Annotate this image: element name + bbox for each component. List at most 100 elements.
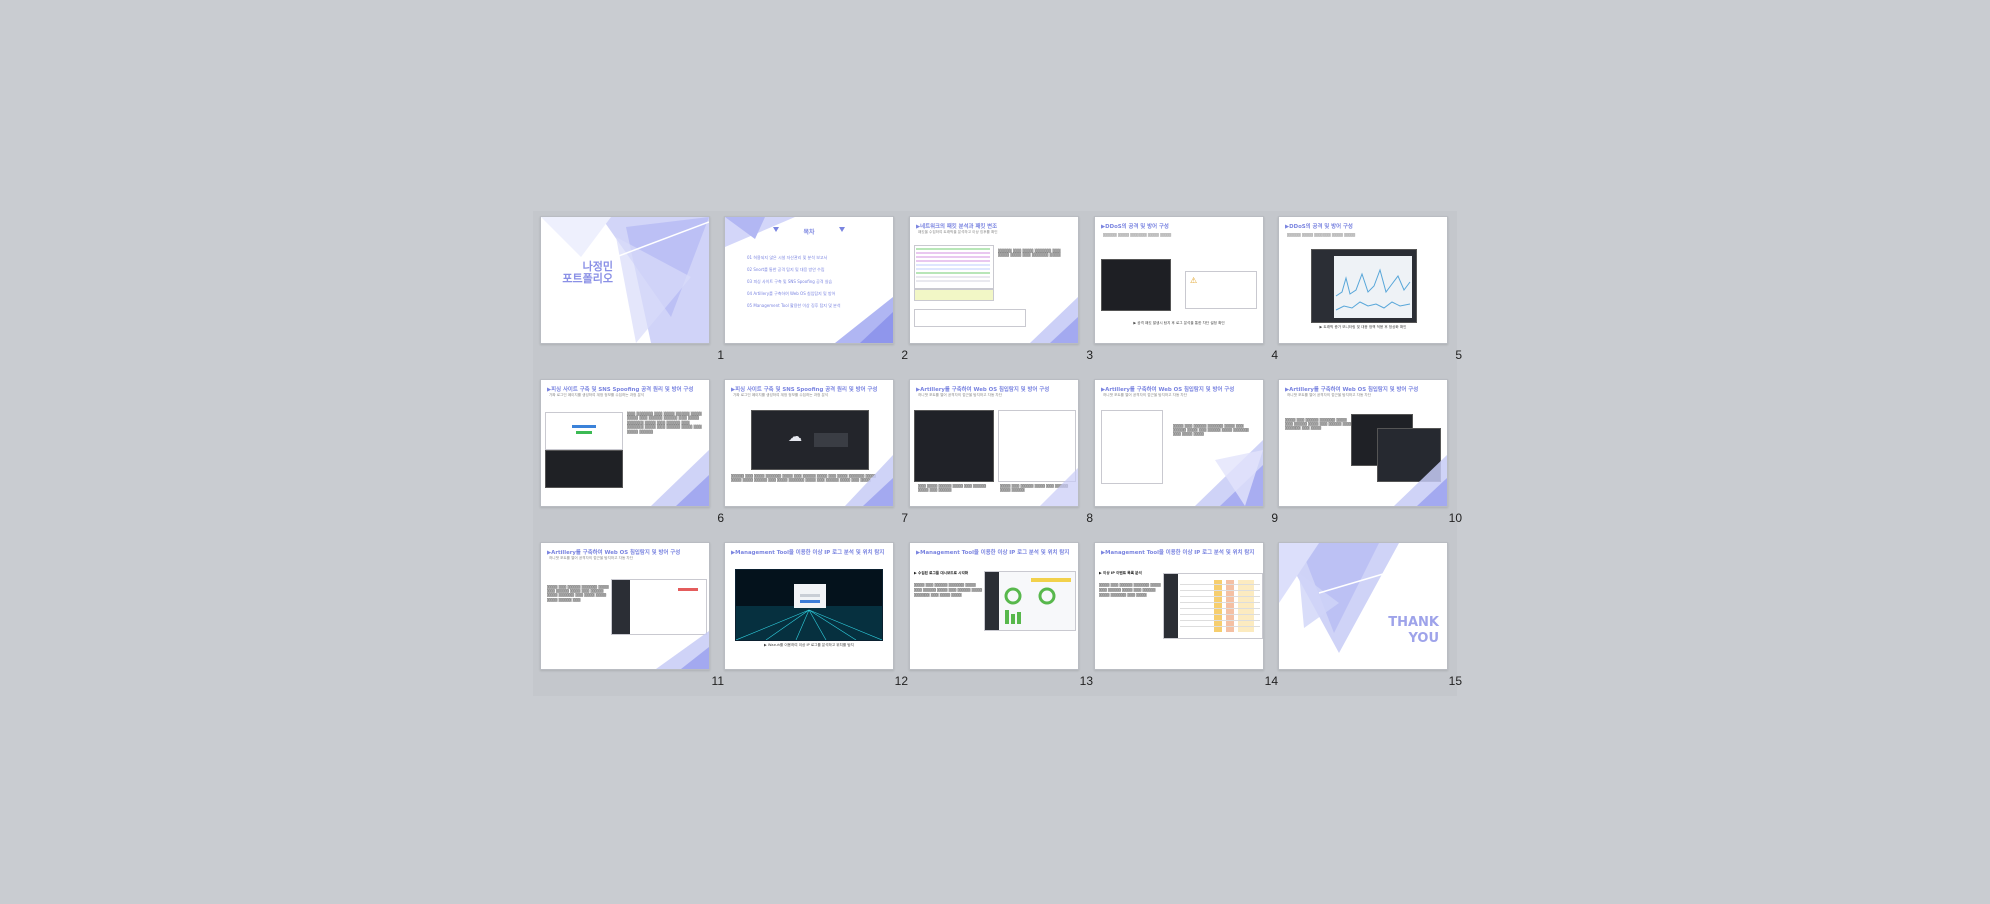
slide-10[interactable]: ▶Artillery를 구축하여 Web OS 침입탐지 및 방어 구성 허니팟…	[1278, 379, 1448, 507]
hex-dump-screenshot	[914, 309, 1026, 327]
slide-thumbnail-6[interactable]: ▶피싱 사이트 구축 및 SNS Spoofing 공격 원리 및 방어 구성 …	[540, 379, 724, 525]
event-table-screenshot	[1163, 573, 1263, 639]
slide-thumbnail-12[interactable]: ▶Management Tool을 이용한 이상 IP 로그 분석 및 위치 탐…	[724, 542, 908, 688]
slide-subtitle: 허니팟 포트를 열어 공격자의 접근을 탐지하고 자동 차단	[549, 556, 634, 560]
slide-number: 2	[901, 348, 908, 362]
slide-12[interactable]: ▶Management Tool을 이용한 이상 IP 로그 분석 및 위치 탐…	[724, 542, 894, 670]
slide-subtitle-lines: ▒▒▒▒▒ ▒▒▒▒ ▒▒▒▒▒▒ ▒▒▒▒ ▒▒▒▒	[1103, 233, 1172, 237]
slide-thumbnail-1[interactable]: 나정민 포트폴리오 1	[540, 216, 724, 362]
slide-1-title: 나정민 포트폴리오	[562, 260, 613, 285]
config-file-screenshot	[1101, 410, 1163, 484]
slide-thumbnail-8[interactable]: ▶Artillery를 구축하여 Web OS 침입탐지 및 방어 구성 허니팟…	[909, 379, 1093, 525]
slide-11[interactable]: ▶Artillery를 구축하여 Web OS 침입탐지 및 방어 구성 허니팟…	[540, 542, 710, 670]
slide-subtitle: 허니팟 포트를 열어 공격자의 접근을 탐지하고 자동 차단	[1287, 393, 1372, 397]
slide-number: 11	[711, 674, 724, 688]
slide-number: 5	[1455, 348, 1462, 362]
slide-thumbnail-10[interactable]: ▶Artillery를 구축하여 Web OS 침입탐지 및 방어 구성 허니팟…	[1278, 379, 1462, 525]
slide-number: 6	[717, 511, 724, 525]
slide-body-text: ▒▒▒▒ ▒▒▒ ▒▒▒▒▒ ▒▒▒▒▒▒ ▒▒▒▒ ▒▒▒ ▒▒▒▒▒ ▒▒▒…	[1099, 583, 1161, 597]
slide-thumbnail-7[interactable]: ▶피싱 사이트 구축 및 SNS Spoofing 공격 원리 및 방어 구성 …	[724, 379, 908, 525]
terminal-screenshot	[545, 450, 623, 488]
toc-item-2: 02 Snort를 통한 공격 탐지 및 대응 방안 수립	[747, 267, 825, 272]
monitoring-dashboard-screenshot	[1311, 249, 1417, 323]
slide-8[interactable]: ▶Artillery를 구축하여 Web OS 침입탐지 및 방어 구성 허니팟…	[909, 379, 1079, 507]
packet-detail-screenshot	[914, 289, 994, 301]
slide-title: ▶Artillery를 구축하여 Web OS 침입탐지 및 방어 구성	[547, 550, 681, 556]
slide-title: ▶DDoS의 공격 및 방어 구성	[1101, 224, 1169, 230]
slide-number: 8	[1086, 511, 1093, 525]
slide-6[interactable]: ▶피싱 사이트 구축 및 SNS Spoofing 공격 원리 및 방어 구성 …	[540, 379, 710, 507]
slide-title: ▶Management Tool을 이용한 이상 IP 로그 분석 및 위치 탐…	[916, 550, 1070, 556]
slide-thumbnail-3[interactable]: ▶네트워크의 패킷 분석과 패킷 변조 패킷을 수집하여 트래픽을 분석하고 이…	[909, 216, 1093, 362]
slide-9[interactable]: ▶Artillery를 구축하여 Web OS 침입탐지 및 방어 구성 허니팟…	[1094, 379, 1264, 507]
slide-3[interactable]: ▶네트워크의 패킷 분석과 패킷 변조 패킷을 수집하여 트래픽을 분석하고 이…	[909, 216, 1079, 344]
slide-subtitle: ▶ 이상 IP 이벤트 목록 분석	[1099, 571, 1142, 575]
toc-item-3: 03 피싱 사이트 구축 및 SNS Spoofing 공격 실습	[747, 279, 833, 284]
slide-title: ▶Artillery를 구축하여 Web OS 침입탐지 및 방어 구성	[1101, 387, 1235, 393]
toc-heading: 목차	[803, 229, 815, 236]
slide-number: 1	[717, 348, 724, 362]
slide-thumbnail-5[interactable]: ▶DDoS의 공격 및 방어 구성 ▒▒▒▒▒ ▒▒▒▒ ▒▒▒▒▒▒ ▒▒▒▒…	[1278, 216, 1462, 362]
slide-number: 10	[1448, 511, 1462, 525]
slide-title: ▶네트워크의 패킷 분석과 패킷 변조	[916, 224, 998, 230]
login-portal-screenshot	[735, 569, 883, 641]
slide-sorter: 나정민 포트폴리오 1 목차 01 허용되지 않은 시설 자산관리 및 분석 보…	[533, 211, 1462, 696]
slide-body-text: ▒▒▒▒ ▒▒▒ ▒▒▒▒▒ ▒▒▒▒▒▒ ▒▒▒▒ ▒▒▒ ▒▒▒▒▒ ▒▒▒…	[1173, 424, 1249, 437]
slide-subtitle: 허니팟 포트를 열어 공격자의 접근을 탐지하고 자동 차단	[1103, 393, 1188, 397]
slide-13[interactable]: ▶Management Tool을 이용한 이상 IP 로그 분석 및 위치 탐…	[909, 542, 1079, 670]
slide-14[interactable]: ▶Management Tool을 이용한 이상 IP 로그 분석 및 위치 탐…	[1094, 542, 1264, 670]
slide-subtitle: 허니팟 포트를 열어 공격자의 접근을 탐지하고 자동 차단	[918, 393, 1003, 397]
slide-7[interactable]: ▶피싱 사이트 구축 및 SNS Spoofing 공격 원리 및 방어 구성 …	[724, 379, 894, 507]
slide-thumbnail-11[interactable]: ▶Artillery를 구축하여 Web OS 침입탐지 및 방어 구성 허니팟…	[540, 542, 724, 688]
slide-title: ▶피싱 사이트 구축 및 SNS Spoofing 공격 원리 및 방어 구성	[547, 387, 694, 393]
slide-title: ▶Management Tool을 이용한 이상 IP 로그 분석 및 위치 탐…	[731, 550, 885, 556]
slide-caption: ▶ 트래픽 증가 모니터링 및 대응 정책 적용 후 정상화 확인	[1319, 325, 1407, 329]
slide-4[interactable]: ▶DDoS의 공격 및 방어 구성 ▒▒▒▒▒ ▒▒▒▒ ▒▒▒▒▒▒ ▒▒▒▒…	[1094, 216, 1264, 344]
slide-1[interactable]: 나정민 포트폴리오	[540, 216, 710, 344]
log-list-screenshot	[998, 410, 1076, 482]
slide-number: 7	[901, 511, 908, 525]
slide-2[interactable]: 목차 01 허용되지 않은 시설 자산관리 및 분석 보고서 02 Snort를…	[724, 216, 894, 344]
slide-title: ▶Artillery를 구축하여 Web OS 침입탐지 및 방어 구성	[916, 387, 1050, 393]
log-viewer-screenshot	[611, 579, 707, 635]
slide-number: 13	[1079, 674, 1093, 688]
thank-you-text: THANK YOU	[1388, 615, 1439, 646]
slide-body-text: ▒▒▒▒ ▒▒▒ ▒▒▒▒▒ ▒▒▒▒▒▒ ▒▒▒▒ ▒▒▒ ▒▒▒▒▒ ▒▒▒…	[547, 585, 609, 602]
terminal-screenshot	[1101, 259, 1171, 311]
toc-item-4: 04 Artillery를 구축하여 Web OS 침입탐지 및 방어	[747, 291, 836, 296]
slide-5[interactable]: ▶DDoS의 공격 및 방어 구성 ▒▒▒▒▒ ▒▒▒▒ ▒▒▒▒▒▒ ▒▒▒▒…	[1278, 216, 1448, 344]
slide-title: ▶Management Tool을 이용한 이상 IP 로그 분석 및 위치 탐…	[1101, 550, 1255, 556]
toc-item-1: 01 허용되지 않은 시설 자산관리 및 분석 보고서	[747, 255, 828, 260]
slide-title: ▶피싱 사이트 구축 및 SNS Spoofing 공격 원리 및 방어 구성	[731, 387, 878, 393]
alert-dialog-screenshot: ⚠	[1185, 271, 1257, 309]
warning-icon: ⚠	[1190, 276, 1198, 285]
slide-number: 14	[1264, 674, 1278, 688]
slide-body-text: ▒▒▒ ▒▒▒▒▒▒ ▒▒▒ ▒▒▒▒ ▒▒▒▒▒ ▒▒▒▒ ▒▒▒▒ ▒▒▒ …	[627, 412, 702, 434]
slide-number: 4	[1271, 348, 1278, 362]
slide-thumbnail-9[interactable]: ▶Artillery를 구축하여 Web OS 침입탐지 및 방어 구성 허니팟…	[1094, 379, 1278, 525]
slide-title: ▶DDoS의 공격 및 방어 구성	[1285, 224, 1353, 230]
slide-caption: ▶ Wazuh를 이용하여 이상 IP 로그를 분석하고 위치를 탐지	[764, 643, 854, 647]
slide-subtitle-lines: ▒▒▒▒▒ ▒▒▒▒ ▒▒▒▒▒▒ ▒▒▒▒ ▒▒▒▒	[1287, 233, 1356, 237]
phishing-login-screenshot	[545, 412, 623, 450]
slide-15[interactable]: THANK YOU	[1278, 542, 1448, 670]
slide-subtitle: 가짜 로그인 페이지를 생성하여 계정 정보를 수집하는 과정 분석	[733, 393, 829, 397]
slide-subtitle: 패킷을 수집하여 트래픽을 분석하고 이상 징후를 확인	[918, 230, 998, 234]
slide-thumbnail-14[interactable]: ▶Management Tool을 이용한 이상 IP 로그 분석 및 위치 탐…	[1094, 542, 1278, 688]
slide-number: 12	[894, 674, 908, 688]
slide-thumbnail-2[interactable]: 목차 01 허용되지 않은 시설 자산관리 및 분석 보고서 02 Snort를…	[724, 216, 908, 362]
slide-subtitle: 가짜 로그인 페이지를 생성하여 계정 정보를 수집하는 과정 분석	[549, 393, 645, 397]
triangle-decoration	[1279, 543, 1447, 653]
fake-site-screenshot: ☁	[751, 410, 869, 470]
slide-thumbnail-13[interactable]: ▶Management Tool을 이용한 이상 IP 로그 분석 및 위치 탐…	[909, 542, 1093, 688]
slide-thumbnail-15[interactable]: THANK YOU 15	[1278, 542, 1462, 688]
cloud-icon: ☁	[788, 429, 802, 445]
packet-capture-screenshot	[914, 245, 994, 289]
slide-body-text: ▒▒▒▒▒ ▒▒▒ ▒▒▒▒ ▒▒▒▒▒▒ ▒▒▒▒ ▒▒▒ ▒▒▒▒▒ ▒▒▒…	[731, 474, 876, 483]
terminal-screenshot	[914, 410, 994, 482]
slide-number: 3	[1086, 348, 1093, 362]
slide-thumbnail-4[interactable]: ▶DDoS의 공격 및 방어 구성 ▒▒▒▒▒ ▒▒▒▒ ▒▒▒▒▒▒ ▒▒▒▒…	[1094, 216, 1278, 362]
toc-item-5: 05 Management Tool 활용한 이상 징후 탐지 및 분석	[747, 303, 841, 308]
slide-number: 9	[1271, 511, 1278, 525]
slide-body-text: ▒▒▒▒ ▒▒▒ ▒▒▒▒▒ ▒▒▒▒▒▒ ▒▒▒▒ ▒▒▒ ▒▒▒▒▒ ▒▒▒…	[1285, 418, 1353, 431]
